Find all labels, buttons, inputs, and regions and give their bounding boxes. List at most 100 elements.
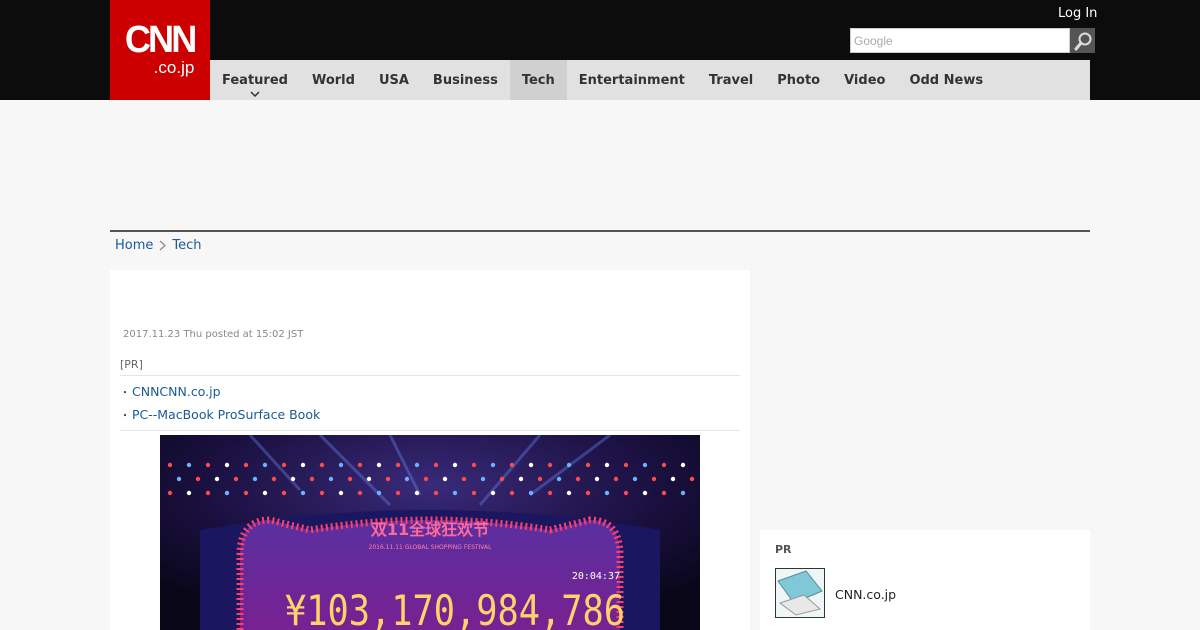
- stage-light: [233, 476, 239, 482]
- stage-light: [205, 462, 211, 468]
- nav-item-featured[interactable]: Featured: [210, 60, 300, 100]
- stage-light: [167, 490, 173, 496]
- stage-light: [585, 462, 591, 468]
- pr-link-list: ・ CNNCNN.co.jp ・ PC--MacBook ProSurface …: [120, 376, 740, 431]
- nav-item-business[interactable]: Business: [421, 60, 510, 100]
- stage-light: [366, 476, 372, 482]
- stage-light: [414, 490, 420, 496]
- stage-light: [328, 476, 334, 482]
- stage-light: [214, 476, 220, 482]
- stage-light: [632, 476, 638, 482]
- nav-item-usa[interactable]: USA: [367, 60, 421, 100]
- stage-light: [566, 462, 572, 468]
- stage-light: [205, 490, 211, 496]
- stage-light: [471, 490, 477, 496]
- stage-light: [689, 476, 695, 482]
- stage-light: [642, 490, 648, 496]
- stage-light: [281, 490, 287, 496]
- nav-item-entertainment[interactable]: Entertainment: [567, 60, 697, 100]
- chevron-right-icon: [159, 240, 167, 251]
- stage-light: [442, 476, 448, 482]
- sidebar-thumbnail[interactable]: [775, 568, 825, 618]
- stage-light: [404, 476, 410, 482]
- nav-item-photo[interactable]: Photo: [765, 60, 832, 100]
- stage-light: [566, 490, 572, 496]
- nav-item-travel[interactable]: Travel: [697, 60, 765, 100]
- stage-light: [319, 462, 325, 468]
- stage-light: [176, 476, 182, 482]
- nav-label: World: [311, 72, 355, 88]
- breadcrumb: Home Tech: [115, 238, 202, 253]
- photo-banner-title: 双11全球狂欢节: [371, 520, 489, 539]
- article-photo: 双11全球狂欢节 2016.11.11 GLOBAL SHOPPING FEST…: [160, 435, 700, 630]
- pr-link-item[interactable]: ・ CNNCNN.co.jp: [120, 380, 740, 403]
- pr-link-item[interactable]: ・ PC--MacBook ProSurface Book: [120, 403, 740, 426]
- breadcrumb-home-link[interactable]: Home: [115, 238, 153, 253]
- stage-light: [642, 462, 648, 468]
- nav-item-world[interactable]: World: [300, 60, 367, 100]
- stage-light: [224, 462, 230, 468]
- cnn-logo[interactable]: CNN .co.jp: [110, 0, 210, 100]
- stage-light: [385, 476, 391, 482]
- stage-light: [490, 462, 496, 468]
- stage-light: [357, 462, 363, 468]
- shopping-festival-photo: 双11全球狂欢节 2016.11.11 GLOBAL SHOPPING FEST…: [160, 435, 700, 630]
- stage-light: [509, 490, 515, 496]
- search-input[interactable]: [850, 28, 1070, 53]
- nav-label: Travel: [708, 72, 754, 88]
- photo-sales-amount: ¥103,170,984,786: [285, 586, 625, 630]
- pr-link-text[interactable]: CNNCNN.co.jp: [132, 384, 221, 399]
- login-link[interactable]: Log In: [1058, 6, 1097, 21]
- stage-light: [480, 476, 486, 482]
- stage-light: [186, 462, 192, 468]
- chevron-down-icon: [250, 91, 260, 97]
- stage-light: [452, 462, 458, 468]
- stage-light: [680, 462, 686, 468]
- breadcrumb-tech-link[interactable]: Tech: [172, 238, 201, 253]
- stage-light: [300, 490, 306, 496]
- nav-label: Tech: [521, 72, 555, 88]
- stage-light: [528, 462, 534, 468]
- nav-item-odd-news[interactable]: Odd News: [897, 60, 995, 100]
- section-divider: [110, 230, 1090, 232]
- sidebar-pr-label: PR: [775, 543, 792, 556]
- nav-item-tech[interactable]: Tech: [509, 60, 567, 100]
- stage-light: [357, 490, 363, 496]
- article-card: 2017.11.23 Thu posted at 15:02 JST [PR] …: [110, 270, 750, 630]
- nav-label: Video: [844, 72, 886, 88]
- stage-light: [661, 462, 667, 468]
- stage-light: [670, 476, 676, 482]
- main-nav: Featured World USA Business Tech Enterta…: [210, 60, 1090, 100]
- pr-label: [PR]: [120, 358, 740, 376]
- stage-light: [376, 462, 382, 468]
- nav-label: Business: [432, 72, 498, 88]
- stage-light: [661, 490, 667, 496]
- stage-light: [433, 462, 439, 468]
- stage-light: [604, 490, 610, 496]
- nav-label: Odd News: [909, 72, 984, 88]
- sidebar-pr-link[interactable]: CNN.co.jp: [835, 587, 896, 602]
- search-button[interactable]: [1070, 28, 1095, 53]
- stage-light: [243, 462, 249, 468]
- stage-light: [271, 476, 277, 482]
- stage-light: [195, 476, 201, 482]
- bullet: ・: [120, 411, 130, 422]
- stage-light: [347, 476, 353, 482]
- nav-label: Photo: [777, 72, 821, 88]
- stage-light: [338, 490, 344, 496]
- nav-item-video[interactable]: Video: [832, 60, 897, 100]
- stage-light: [262, 462, 268, 468]
- sidebar-pr-box: PR CNN.co.jp: [760, 530, 1090, 630]
- bullet: ・: [120, 388, 130, 399]
- stage-light: [395, 490, 401, 496]
- stage-light: [585, 490, 591, 496]
- stage-light: [499, 476, 505, 482]
- stage-light: [528, 490, 534, 496]
- stage-light: [575, 476, 581, 482]
- search-icon: [1074, 32, 1091, 50]
- stage-light: [509, 462, 515, 468]
- pr-link-text[interactable]: PC--MacBook ProSurface Book: [132, 407, 320, 422]
- stage-light: [262, 490, 268, 496]
- stage-light: [376, 490, 382, 496]
- stage-light: [471, 462, 477, 468]
